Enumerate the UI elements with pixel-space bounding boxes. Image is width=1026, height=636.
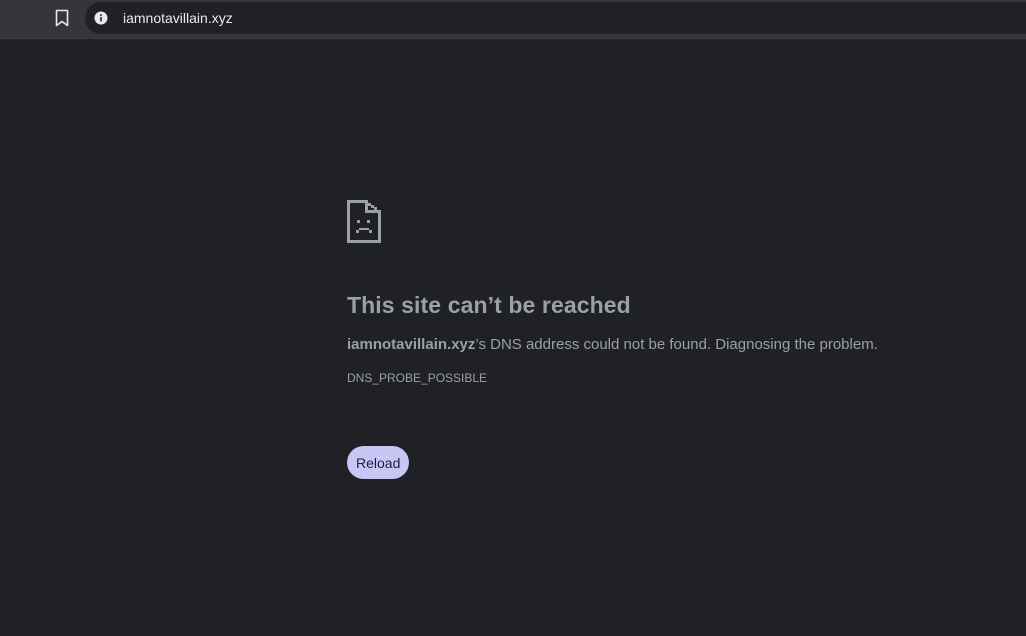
info-icon xyxy=(94,11,108,25)
error-title: This site can’t be reached xyxy=(347,292,631,318)
url-text[interactable]: iamnotavillain.xyz xyxy=(123,10,233,26)
error-host: iamnotavillain.xyz xyxy=(347,336,476,353)
browser-toolbar: iamnotavillain.xyz xyxy=(0,0,1026,39)
address-bar[interactable]: iamnotavillain.xyz xyxy=(85,2,1026,34)
bookmark-button[interactable] xyxy=(50,5,74,31)
reload-button[interactable]: Reload xyxy=(347,446,410,479)
error-description: iamnotavillain.xyz’s DNS address could n… xyxy=(347,336,947,353)
sad-page-icon xyxy=(347,200,381,243)
error-content: This site can’t be reached iamnotavillai… xyxy=(347,200,947,479)
bookmark-icon xyxy=(55,9,69,27)
error-code: DNS_PROBE_POSSIBLE xyxy=(347,371,488,385)
site-info-button[interactable] xyxy=(93,10,109,26)
error-message: ’s DNS address could not be found. Diagn… xyxy=(475,336,878,353)
